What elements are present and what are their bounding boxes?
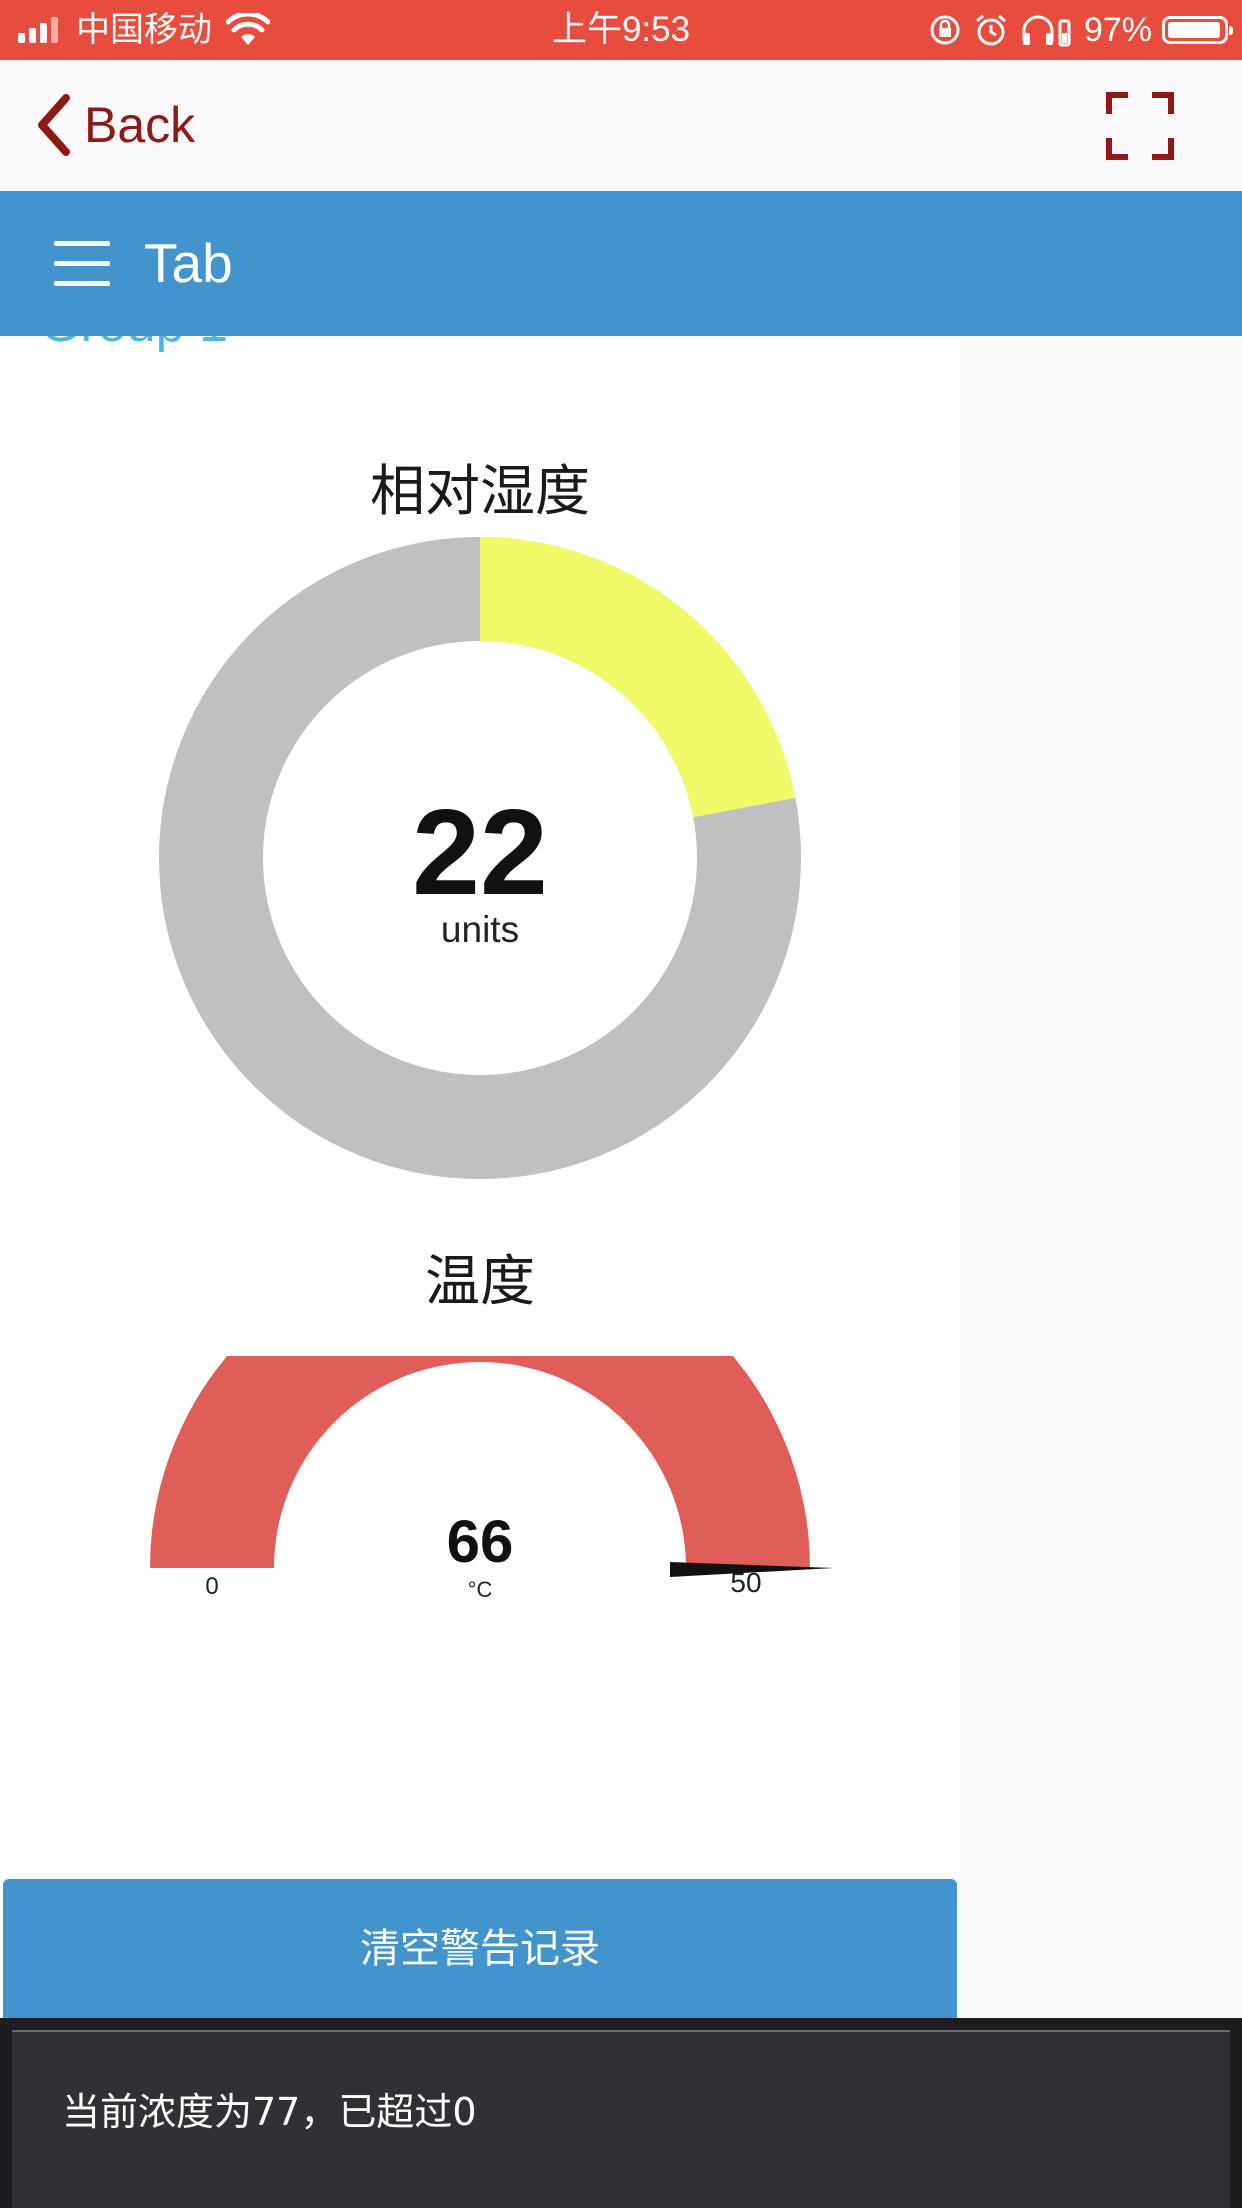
status-bar: 中国移动 上午9:53 97% — [0, 0, 1242, 60]
carrier-label: 中国移动 — [76, 11, 212, 49]
battery-fill — [1168, 22, 1220, 38]
humidity-title: 相对湿度 — [369, 459, 590, 523]
battery-icon — [1162, 16, 1233, 44]
headphones-icon — [1022, 15, 1071, 47]
status-left: 中国移动 — [18, 0, 270, 60]
clear-alerts-button[interactable]: 清空警告记录 — [3, 1879, 957, 2029]
back-button[interactable]: Back — [36, 90, 195, 160]
alarm-icon — [975, 14, 1006, 46]
tab-header: Tab — [0, 191, 1242, 336]
battery-percent: 97% — [1083, 10, 1152, 49]
gauge-min-label: 0 — [205, 1573, 218, 1600]
dashboard-group: Group 1 相对湿度 22 units 温度 66 °C 0 50 清空警告… — [0, 295, 960, 2029]
nav-bar: Back — [0, 60, 1242, 191]
app-screen: 中国移动 上午9:53 97% Back Tab 相对湿度 22 units 温… — [0, 0, 1242, 2208]
toast-message: 当前浓度为77，已超过0 — [62, 2090, 477, 2134]
orientation-lock-icon — [930, 15, 960, 45]
temperature-title: 温度 — [424, 1249, 535, 1313]
wifi-icon — [226, 13, 270, 45]
temperature-gauge-chart: 66 °C 0 50 — [150, 1356, 834, 1602]
back-label: Back — [84, 97, 196, 153]
chevron-left-icon — [38, 94, 70, 156]
temperature-unit: °C — [468, 1577, 493, 1602]
hamburger-menu-icon[interactable] — [54, 241, 112, 287]
temperature-value: 66 — [447, 1508, 514, 1575]
tab-title: Tab — [144, 232, 233, 294]
fullscreen-icon[interactable] — [1106, 92, 1174, 160]
gauge-max-label: 50 — [730, 1567, 761, 1598]
toast-notification: 当前浓度为77，已超过0 — [0, 2018, 1242, 2208]
humidity-value: 22 — [412, 784, 548, 920]
humidity-donut-chart: 22 units — [159, 537, 801, 1179]
signal-icon — [18, 17, 62, 43]
humidity-unit: units — [441, 909, 519, 950]
donut-value-arc — [480, 537, 796, 818]
status-right: 97% — [928, 0, 1233, 60]
toast-panel: 当前浓度为77，已超过0 — [12, 2030, 1230, 2208]
